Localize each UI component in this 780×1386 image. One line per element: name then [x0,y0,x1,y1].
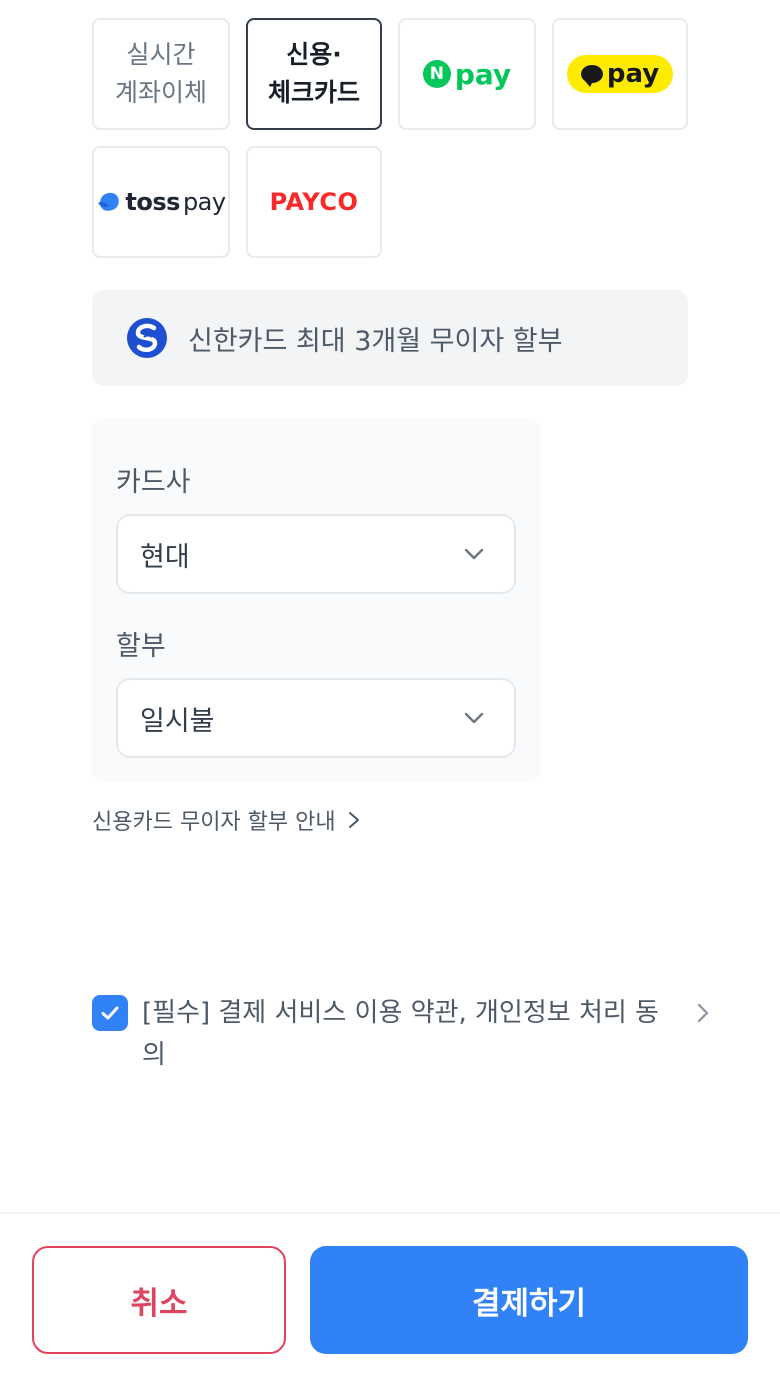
method-naver-pay[interactable]: N pay [398,18,536,130]
method-realtime-transfer-label: 실시간 계좌이체 [114,40,207,107]
payco-logo: PAYCO [269,188,359,216]
promo-banner: 신한카드 최대 3개월 무이자 할부 [92,290,688,386]
method-credit-check-card[interactable]: 신용· 체크카드 [246,18,382,130]
installment-guide-link[interactable]: 신용카드 무이자 할부 안내 [92,804,362,836]
toss-label-bold: toss [125,188,180,216]
footer-divider [0,1212,780,1214]
installment-guide-text: 신용카드 무이자 할부 안내 [92,810,336,835]
toss-pay-logo: toss pay [96,188,226,216]
installment-label: 할부 [116,631,166,662]
kakao-pay-logo: pay [566,55,674,93]
method-realtime-transfer[interactable]: 실시간 계좌이체 [92,18,230,130]
shinhan-card-icon [127,318,167,358]
chevron-down-icon [464,712,484,724]
toss-label-rest: pay [182,188,226,216]
toss-drop-icon [98,192,120,211]
terms-agreement: [필수] 결제 서비스 이용 약관, 개인정보 처리 동의 [92,992,722,1076]
method-toss-pay[interactable]: toss pay [92,146,230,258]
installment-value: 일시불 [140,705,215,737]
terms-checkbox[interactable] [92,995,128,1031]
naver-n-icon: N [422,60,451,88]
pay-button[interactable]: 결제하기 [310,1246,748,1354]
promo-text: 신한카드 최대 3개월 무이자 할부 [188,325,563,357]
card-form-panel: 카드사 현대 할부 일시불 [92,418,540,782]
chevron-down-icon [464,548,484,560]
terms-text: [필수] 결제 서비스 이용 약관, 개인정보 처리 동의 [142,998,659,1070]
card-company-value: 현대 [140,541,190,573]
method-kakao-pay[interactable]: pay [552,18,688,130]
card-company-select[interactable]: 현대 [116,514,516,594]
card-company-label: 카드사 [116,467,191,498]
kakao-pay-label: pay [606,59,660,89]
terms-detail-chevron-icon[interactable] [692,1002,714,1024]
kakao-bubble-icon [580,65,603,87]
installment-select[interactable]: 일시불 [116,678,516,758]
cancel-button[interactable]: 취소 [32,1246,286,1354]
naver-pay-logo: N pay [422,57,512,91]
method-payco[interactable]: PAYCO [246,146,382,258]
chevron-right-icon [348,812,359,828]
check-icon [101,1006,119,1020]
method-credit-check-card-label: 신용· 체크카드 [267,40,360,107]
naver-pay-label: pay [454,57,512,91]
